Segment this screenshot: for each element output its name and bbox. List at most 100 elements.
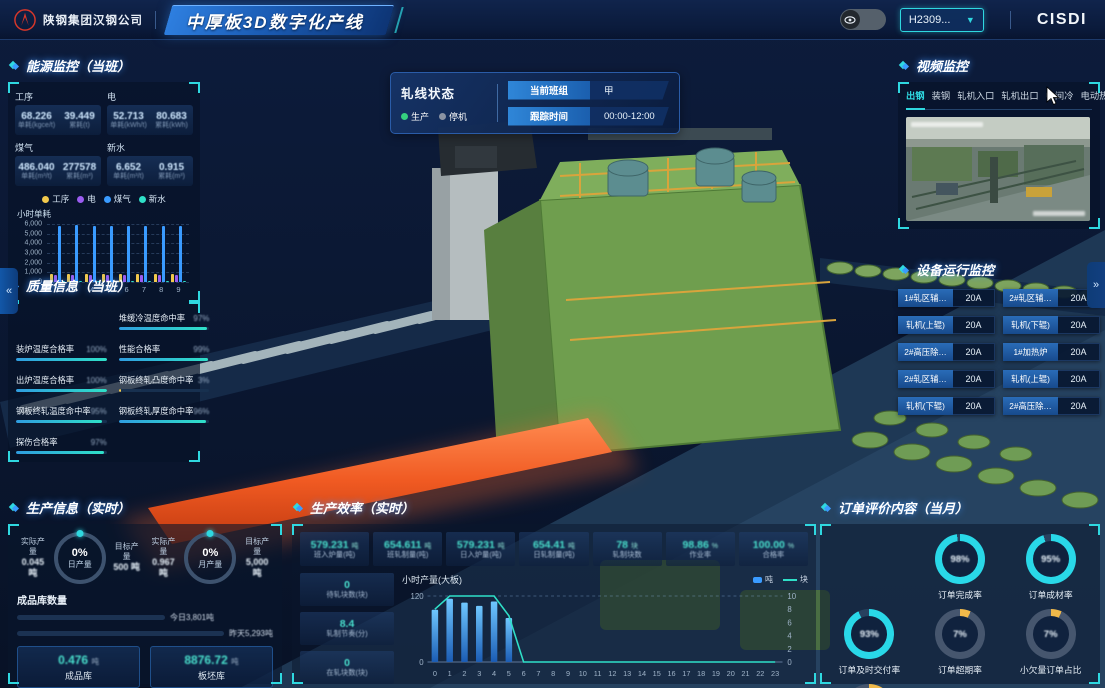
svg-text:22: 22 xyxy=(756,669,764,678)
energy-stat-name: 工序 xyxy=(15,90,101,103)
energy-value: 52.713 xyxy=(107,111,150,122)
order-donut: 93% 订单及时交付率 xyxy=(826,609,913,676)
svg-text:6: 6 xyxy=(522,669,526,678)
svg-text:8: 8 xyxy=(551,669,555,678)
tab-mill-exit[interactable]: 轧机出口 xyxy=(1001,88,1038,105)
svg-text:20: 20 xyxy=(727,669,735,678)
legend-item[interactable]: 块 xyxy=(783,574,808,585)
side-stat: 0在轧块数(块) xyxy=(300,651,394,684)
efficiency-panel-title: 生产效率（实时） xyxy=(292,498,816,517)
production-efficiency-panel: 生产效率（实时） 579.231 吨班入炉量(吨) 654.611 吨班轧制量(… xyxy=(292,498,816,684)
svg-text:7: 7 xyxy=(536,669,540,678)
svg-text:23: 23 xyxy=(771,669,779,678)
legend-item[interactable]: 煤气 xyxy=(104,193,131,205)
status-legend-producing: 生产 xyxy=(401,110,429,123)
svg-text:5: 5 xyxy=(507,669,511,678)
equipment-reading: 2#高压除…20A xyxy=(1003,397,1100,415)
hourly-chart-title: 小时产量(大板) xyxy=(402,573,462,586)
line-status-title: 轧线状态 xyxy=(401,83,487,102)
tab-charging[interactable]: 装钢 xyxy=(932,88,951,105)
equipment-reading: 2#轧区辅…20A xyxy=(1003,289,1100,307)
header-divider xyxy=(1010,11,1011,29)
quality-metric: 出炉温度合格率100% xyxy=(16,374,107,392)
svg-text:14: 14 xyxy=(638,669,646,678)
diamond-icon xyxy=(898,264,910,276)
company-name: 陕钢集团汉钢公司 xyxy=(43,12,143,28)
collapse-left-tab[interactable]: « xyxy=(0,268,18,314)
status-legend-stopped: 停机 xyxy=(439,110,467,123)
camera-tabs: 出钢 装钢 轧机入口 轧机出口 中间冷 电动热… xyxy=(906,88,1092,110)
visibility-toggle[interactable] xyxy=(840,9,886,30)
camera-video-feed[interactable] xyxy=(906,117,1090,221)
svg-text:0: 0 xyxy=(419,658,424,667)
company-logo xyxy=(14,9,36,31)
production-panel-title: 生产信息（实时） xyxy=(8,498,282,517)
energy-stat-name: 煤气 xyxy=(15,141,101,154)
energy-unit: 单耗(kgce/t) xyxy=(15,122,58,130)
diamond-icon xyxy=(898,60,910,72)
equipment-current-grid: 1#轧区辅…20A 2#轧区辅…20A 轧机(上辊)20A 轧机(下辊)20A … xyxy=(898,289,1100,415)
diamond-icon xyxy=(8,502,20,514)
kpi-card: 654.41 吨日轧制量(吨) xyxy=(519,532,588,566)
tab-electric-hot-saw[interactable]: 电动热… xyxy=(1081,88,1105,105)
header-divider xyxy=(155,11,156,29)
equipment-panel-title: 设备运行监控 xyxy=(898,260,1100,279)
collapse-right-tab[interactable]: » xyxy=(1087,262,1105,308)
diamond-icon xyxy=(8,60,20,72)
svg-text:2: 2 xyxy=(787,645,791,654)
kpi-card: 100.00 %合格率 xyxy=(739,532,808,566)
equipment-reading: 轧机(上辊)20A xyxy=(898,316,995,334)
energy-unit: 单耗(m³/t) xyxy=(15,173,58,181)
kpi-card: 654.611 吨班轧制量(吨) xyxy=(373,532,442,566)
svg-text:0: 0 xyxy=(433,669,437,678)
order-donut: 7% 订单超期率 xyxy=(917,609,1004,676)
heat-number-dropdown[interactable]: H2309... ▼ xyxy=(900,8,984,32)
cisdi-logo: CISDI xyxy=(1037,11,1087,29)
energy-value: 486.040 xyxy=(15,162,58,173)
svg-text:12: 12 xyxy=(608,669,616,678)
svg-text:17: 17 xyxy=(682,669,690,678)
energy-unit: 累耗(m³) xyxy=(150,173,193,181)
svg-text:16: 16 xyxy=(667,669,675,678)
legend-item[interactable]: 吨 xyxy=(753,574,773,585)
side-stat: 0待轧块数(块) xyxy=(300,573,394,606)
svg-text:8: 8 xyxy=(787,605,792,614)
diamond-icon xyxy=(292,502,304,514)
order-donut: 98% 订单完成率 xyxy=(917,534,1004,601)
svg-text:0: 0 xyxy=(787,658,792,667)
daily-output-gauge: 实际产量0.045 吨 0%日产量 目标产量500 吨 xyxy=(17,532,142,584)
svg-text:13: 13 xyxy=(623,669,631,678)
monthly-output-gauge: 实际产量0.967 吨 0%月产量 目标产量5,000 吨 xyxy=(148,532,273,584)
tracking-time-row: 跟踪时间 00:00-12:00 xyxy=(508,107,669,126)
quality-metric: 堆缓冷温度命中率97% xyxy=(119,312,210,330)
svg-text:1: 1 xyxy=(448,669,452,678)
quality-metric: 钢板终轧厚度命中率96% xyxy=(119,405,210,423)
equipment-reading: 2#高压除…20A xyxy=(898,343,995,361)
energy-panel-title: 能源监控（当班） xyxy=(8,56,200,75)
quality-metric: 探伤合格率97% xyxy=(16,436,107,454)
legend-item[interactable]: 工序 xyxy=(42,193,69,205)
svg-text:6: 6 xyxy=(787,618,792,627)
energy-unit: 累耗(t) xyxy=(58,122,101,130)
svg-text:11: 11 xyxy=(594,669,602,678)
quality-panel-title: 质量信息（当班） xyxy=(8,276,200,295)
top-header: 陕钢集团汉钢公司 中厚板3D数字化产线 H2309... ▼ CISDI xyxy=(0,0,1105,40)
legend-item[interactable]: 电 xyxy=(77,193,96,205)
quality-info-panel: 质量信息（当班） 堆缓冷温度命中率97% 装炉温度合格率100% 性能合格率99… xyxy=(8,276,200,462)
equipment-reading: 轧机(下辊)20A xyxy=(1003,316,1100,334)
tab-tapping[interactable]: 出钢 xyxy=(906,88,925,105)
video-panel-title: 视频监控 xyxy=(898,56,1100,75)
camera-watermark xyxy=(1033,211,1085,216)
energy-stat-group: 工序 68.226单耗(kgce/t) 39.449累耗(t) xyxy=(15,90,101,135)
energy-stat-group: 煤气 486.040单耗(m³/t) 277578累耗(m³) xyxy=(15,141,101,186)
current-shift-row: 当前班组 甲 xyxy=(508,81,669,100)
energy-hourly-bar-chart: 01,0002,0003,0004,0005,0006,00023456789 xyxy=(47,224,189,282)
hourly-output-chart: 0120024681001234567891011121314151617181… xyxy=(402,586,808,682)
chevron-down-icon: ▼ xyxy=(966,15,975,25)
diamond-icon xyxy=(820,502,832,514)
kpi-card: 98.86 %作业率 xyxy=(666,532,735,566)
equipment-reading: 轧机(上辊)20A xyxy=(1003,370,1100,388)
order-donut: 7% 小欠量订单占比 xyxy=(1007,609,1094,676)
legend-item[interactable]: 新水 xyxy=(139,193,166,205)
tab-mill-entry[interactable]: 轧机入口 xyxy=(957,88,994,105)
